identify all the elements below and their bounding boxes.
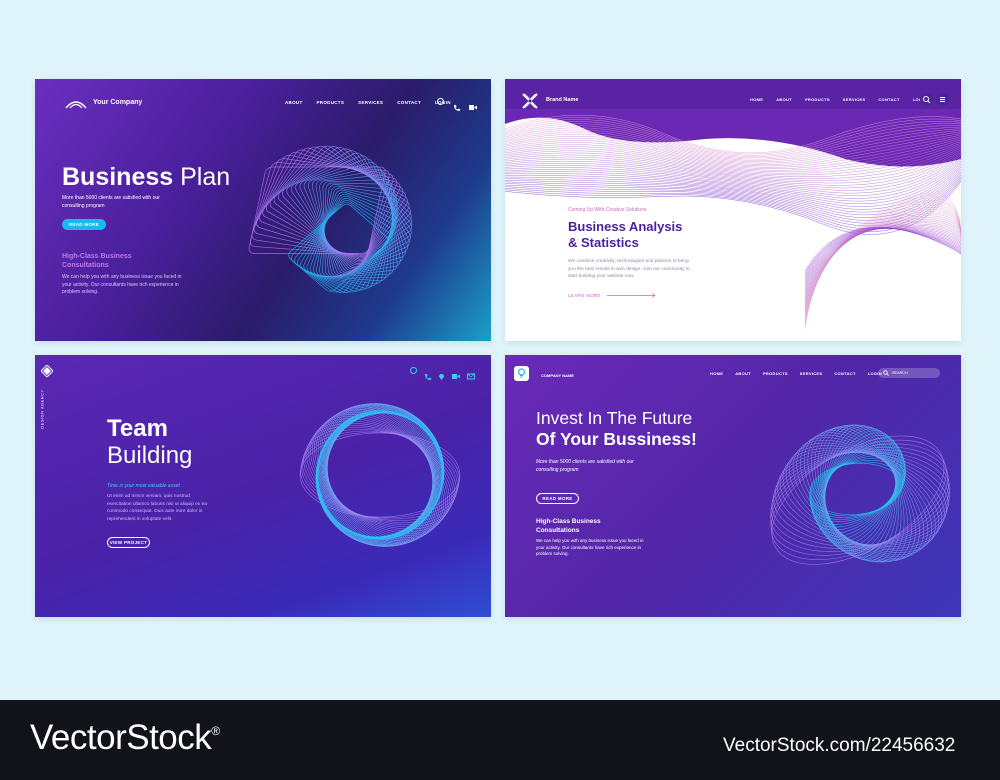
hero-intro: More than 5000 clients are satisfied wit… — [62, 195, 160, 209]
analysis-title: Business Analysis & Statistics — [568, 219, 682, 251]
nav-about[interactable]: ABOUT — [735, 371, 751, 376]
view-project-button[interactable]: VIEW PROJECT — [107, 537, 150, 548]
spiral-square-artwork — [248, 145, 413, 293]
eyebrow-text: Coming Up With Creative Solutions — [568, 207, 647, 213]
stock-image-id: VectorStock.com/22456632 — [723, 735, 956, 756]
hero-title-light: Plan — [180, 163, 231, 191]
nav-home[interactable]: HOME — [750, 97, 763, 102]
team-building-card: DESIGN AGENCY Team Building Time is your… — [35, 355, 491, 617]
nav-contact[interactable]: CONTACT — [397, 100, 421, 105]
search-placeholder: SEARCH — [892, 371, 908, 375]
invest-card: COMPANY NAME HOME ABOUT PRODUCTS SERVICE… — [505, 355, 961, 617]
analysis-text: We combine creativity, technologies and … — [568, 259, 690, 279]
company-name: Your Company — [93, 99, 143, 106]
invest-title-line1: Invest In The Future — [536, 408, 693, 428]
vectorstock-logo: VectorStock® — [30, 718, 220, 758]
team-tagline: Time is your most valuable asset — [107, 483, 180, 489]
consultations-text: We can help you with any business issue … — [536, 538, 644, 556]
learn-more-label: LEARN MORE — [568, 293, 601, 298]
nav-services[interactable]: SERVICES — [843, 97, 866, 102]
analysis-title-line1: Business Analysis — [568, 219, 683, 234]
vectorstock-brand: VectorStock — [30, 718, 212, 757]
nav-about[interactable]: ABOUT — [776, 97, 792, 102]
brand-logo-icon — [522, 93, 538, 109]
consultations-heading: High-Class Business Consultations — [62, 253, 132, 269]
globe-icon[interactable] — [437, 98, 444, 105]
location-icon[interactable] — [438, 367, 445, 380]
search-icon — [883, 370, 889, 376]
team-title-light: Building — [107, 442, 193, 469]
nav-products[interactable]: PRODUCTS — [805, 97, 830, 102]
search-icon[interactable] — [920, 93, 933, 106]
video-icon[interactable] — [469, 98, 477, 110]
nav-home[interactable]: HOME — [710, 371, 723, 376]
globe-icon[interactable] — [410, 367, 417, 374]
team-text: Ut enim ad minim veniam, quis nostrud ex… — [107, 494, 207, 522]
registered-mark: ® — [211, 724, 220, 738]
nav-products[interactable]: PRODUCTS — [763, 371, 788, 376]
team-title-bold: Team — [107, 415, 168, 442]
contact-icons — [437, 98, 477, 111]
company-logo-icon — [65, 96, 87, 109]
read-more-button[interactable]: READ MORE — [536, 493, 579, 504]
learn-more-link[interactable]: LEARN MORE — [568, 293, 657, 298]
nav-services[interactable]: SERVICES — [800, 371, 823, 376]
nav-services[interactable]: SERVICES — [358, 100, 383, 105]
phone-icon[interactable] — [424, 367, 431, 380]
nav-contact[interactable]: CONTACT — [834, 371, 855, 376]
nav-products[interactable]: PRODUCTS — [317, 100, 345, 105]
search-box[interactable]: SEARCH — [878, 368, 940, 378]
hero-title: Business Plan — [62, 163, 230, 192]
read-more-button[interactable]: READ MORE — [62, 219, 106, 230]
analysis-title-line2: & Statistics — [568, 235, 639, 250]
menu-icon[interactable] — [936, 93, 949, 106]
arrow-right-icon — [606, 293, 656, 298]
consultations-text: We can help you with any business issue … — [62, 274, 182, 295]
nav-contact[interactable]: CONTACT — [878, 97, 899, 102]
consultations-heading: High-Class Business Consultations — [536, 518, 601, 534]
brand-name: Brand Name — [546, 97, 579, 103]
vortex-artwork — [770, 424, 950, 565]
main-nav: ABOUT PRODUCTS SERVICES CONTACT LOGIN — [285, 100, 451, 105]
hero-title-bold: Business — [62, 163, 174, 191]
video-icon[interactable] — [452, 367, 460, 379]
main-nav: HOME ABOUT PRODUCTS SERVICES CONTACT LOG… — [710, 371, 882, 376]
agency-logo-icon — [40, 364, 54, 378]
company-name: COMPANY NAME — [541, 373, 574, 378]
vertical-agency-label: DESIGN AGENCY — [40, 389, 45, 429]
main-nav: HOME ABOUT PRODUCTS SERVICES CONTACT LOG… — [750, 97, 927, 102]
business-plan-card: Your Company ABOUT PRODUCTS SERVICES CON… — [35, 79, 491, 341]
invest-title: Invest In The Future Of Your Bussiness! — [536, 408, 697, 450]
phone-icon[interactable] — [453, 98, 460, 111]
swirl-artwork — [299, 403, 461, 547]
invest-intro: More than 5000 clients are satisfied wit… — [536, 459, 634, 473]
nav-about[interactable]: ABOUT — [285, 100, 303, 105]
team-title: Team Building — [107, 415, 192, 469]
contact-icons — [410, 367, 475, 380]
lightbulb-logo-icon — [514, 366, 529, 381]
business-analysis-card: Brand Name HOME ABOUT PRODUCTS SERVICES … — [505, 79, 961, 341]
mail-icon[interactable] — [467, 367, 475, 380]
invest-title-line2: Of Your Bussiness! — [536, 429, 697, 449]
